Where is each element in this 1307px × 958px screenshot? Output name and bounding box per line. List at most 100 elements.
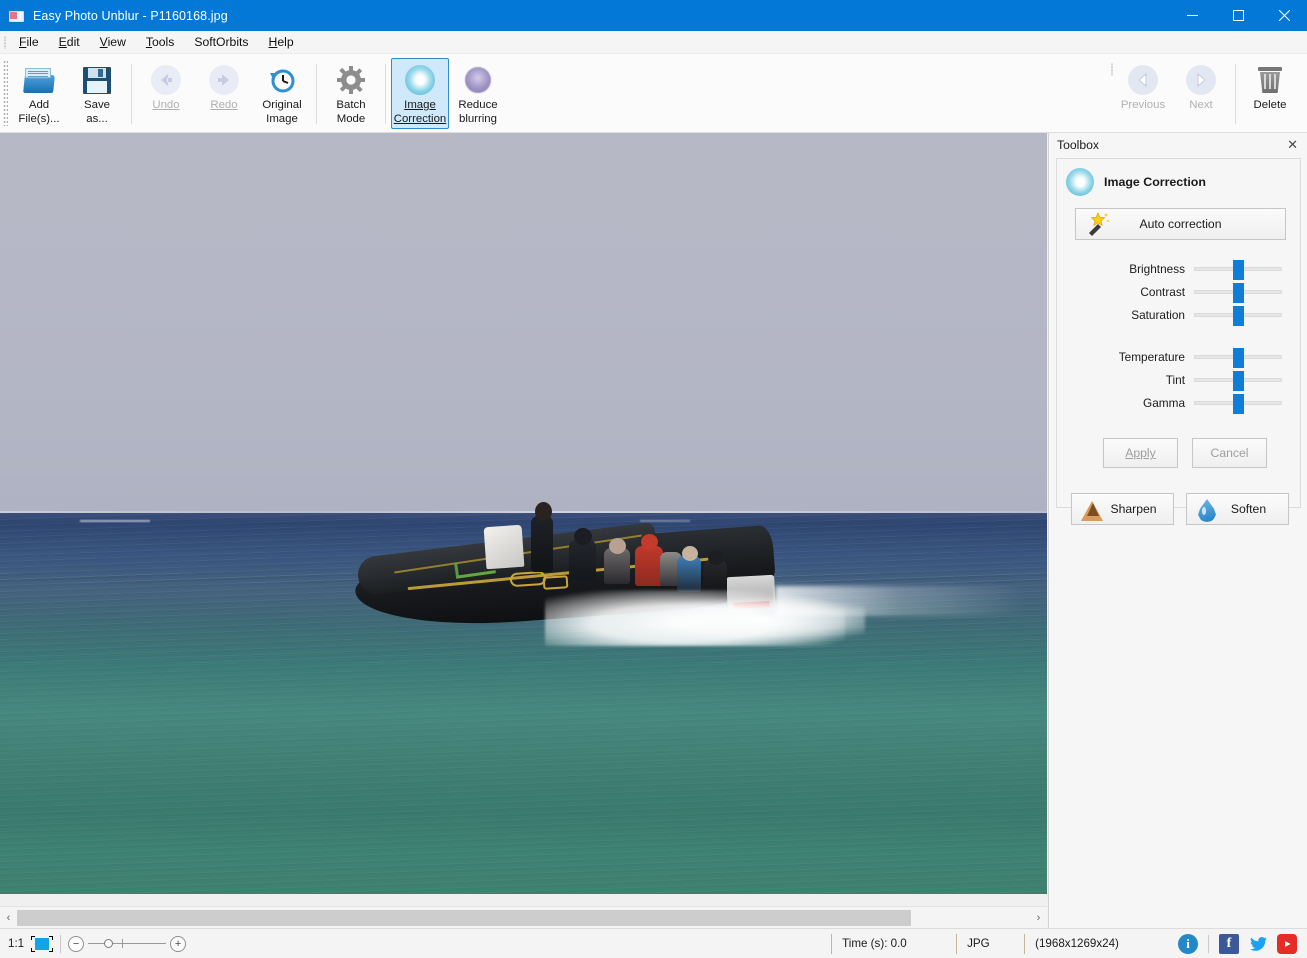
auto-correction-button[interactable]: Auto correction (1075, 208, 1286, 240)
zoom-ratio-label[interactable]: 1:1 (8, 937, 24, 950)
person-seated (569, 540, 596, 580)
apply-cancel-row: Apply Cancel (1103, 438, 1300, 468)
image-correction-section: Image Correction Auto correction Brightn… (1056, 158, 1301, 508)
toolbar-separator-3 (385, 64, 386, 124)
youtube-icon[interactable] (1277, 934, 1297, 954)
zoom-slider-control[interactable]: − + (68, 936, 186, 952)
reduce-blurring-button[interactable]: Reduce blurring (449, 58, 507, 129)
next-button[interactable]: Next (1172, 58, 1230, 129)
sharpen-button[interactable]: Sharpen (1071, 493, 1174, 525)
scroll-left-button[interactable]: ‹ (0, 907, 17, 929)
soften-button[interactable]: Soften (1186, 493, 1289, 525)
info-icon[interactable]: i (1178, 934, 1198, 954)
title-bar: Easy Photo Unblur - P1160168.jpg (0, 0, 1307, 31)
save-as-label: Save as... (84, 99, 110, 126)
horizontal-scrollbar[interactable]: ‹ › (0, 906, 1047, 928)
image-correction-icon (1066, 168, 1094, 196)
next-arrow-icon (1186, 64, 1216, 96)
toolbar-separator-4 (1235, 64, 1236, 124)
magic-wand-icon (1085, 212, 1111, 238)
image-correction-button[interactable]: Image Correction (391, 58, 449, 129)
slider-track-gamma[interactable] (1194, 401, 1282, 405)
distant-whitecap (80, 520, 150, 522)
sharpen-cone-icon (1080, 498, 1104, 522)
slider-track-tint[interactable] (1194, 378, 1282, 382)
redo-button[interactable]: Redo (195, 58, 253, 129)
slider-thumb-contrast[interactable] (1233, 283, 1244, 303)
close-button[interactable] (1261, 0, 1307, 31)
zoom-slider-tick (122, 939, 123, 948)
person-head (682, 546, 698, 561)
app-window-icon (9, 8, 25, 24)
add-files-button[interactable]: Add File(s)... (10, 58, 68, 129)
save-as-button[interactable]: Save as... (68, 58, 126, 129)
zoom-slider-handle[interactable] (104, 939, 113, 948)
sky-region (0, 133, 1047, 514)
status-dimensions: (1968x1269x24) (1024, 934, 1174, 954)
zoom-out-button[interactable]: − (68, 936, 84, 952)
slider-label-saturation: Saturation (1057, 308, 1194, 322)
previous-arrow-icon (1128, 64, 1158, 96)
redo-arrow-icon (209, 64, 239, 96)
sharpen-soften-row: Sharpen Soften (1071, 493, 1300, 525)
menu-label-file: ile (26, 35, 38, 49)
add-files-label: Add File(s)... (18, 99, 59, 126)
apply-button[interactable]: Apply (1103, 438, 1178, 468)
previous-button[interactable]: Previous (1114, 58, 1172, 129)
toolbar-separator-1 (131, 64, 132, 124)
person-seated-red-jacket (635, 546, 663, 586)
water-drop-icon (1195, 498, 1219, 522)
window-controls (1169, 0, 1307, 31)
slider-track-brightness[interactable] (1194, 267, 1282, 271)
boat-wake-trail (775, 586, 1025, 616)
image-correction-icon (405, 64, 435, 96)
scroll-right-button[interactable]: › (1030, 907, 1047, 929)
cancel-button[interactable]: Cancel (1192, 438, 1267, 468)
open-folder-icon (24, 64, 54, 96)
section-header: Image Correction (1057, 159, 1300, 196)
delete-button[interactable]: Delete (1241, 58, 1299, 129)
batch-mode-label: Batch Mode (336, 99, 365, 126)
undo-button[interactable]: Undo (137, 58, 195, 129)
person-head (641, 534, 658, 550)
slider-row-saturation: Saturation (1057, 303, 1300, 326)
toolbar: Add File(s)... Save as... Undo Red (0, 54, 1307, 133)
fit-to-window-icon[interactable] (31, 936, 53, 952)
slider-thumb-saturation[interactable] (1233, 306, 1244, 326)
batch-mode-button[interactable]: Batch Mode (322, 58, 380, 129)
twitter-icon[interactable] (1248, 934, 1268, 954)
slider-thumb-brightness[interactable] (1233, 260, 1244, 280)
menu-grip (0, 31, 9, 54)
slider-row-tint: Tint (1057, 368, 1300, 391)
original-image-button[interactable]: Original Image (253, 58, 311, 129)
menu-item-file[interactable]: File (9, 33, 49, 51)
maximize-button[interactable] (1215, 0, 1261, 31)
scrollbar-thumb[interactable] (17, 910, 911, 926)
boat-console (484, 525, 525, 570)
slider-label-temperature: Temperature (1057, 350, 1194, 364)
slider-row-temperature: Temperature (1057, 345, 1300, 368)
undo-arrow-icon (151, 64, 181, 96)
menu-item-view[interactable]: View (90, 33, 136, 51)
toolbar-separator-2 (316, 64, 317, 124)
menu-item-softorbits[interactable]: SoftOrbits (184, 33, 258, 51)
menu-item-edit[interactable]: Edit (49, 33, 90, 51)
status-time: Time (s): 0.0 (831, 934, 956, 954)
right-toolbar-grip (1107, 58, 1114, 124)
slider-thumb-tint[interactable] (1233, 371, 1244, 391)
zoom-in-button[interactable]: + (170, 936, 186, 952)
image-canvas[interactable] (0, 133, 1047, 894)
person-head (708, 550, 724, 565)
slider-thumb-gamma[interactable] (1233, 394, 1244, 414)
slider-thumb-temperature[interactable] (1233, 348, 1244, 368)
zoom-slider-track[interactable] (88, 943, 166, 944)
minimize-button[interactable] (1169, 0, 1215, 31)
slider-track-temperature[interactable] (1194, 355, 1282, 359)
toolbox-close-icon[interactable]: ✕ (1284, 137, 1301, 153)
facebook-icon[interactable]: f (1219, 934, 1239, 954)
scrollbar-track[interactable] (17, 910, 1030, 926)
menu-item-help[interactable]: Help (259, 33, 304, 51)
slider-track-contrast[interactable] (1194, 290, 1282, 294)
slider-track-saturation[interactable] (1194, 313, 1282, 317)
menu-item-tools[interactable]: Tools (136, 33, 184, 51)
